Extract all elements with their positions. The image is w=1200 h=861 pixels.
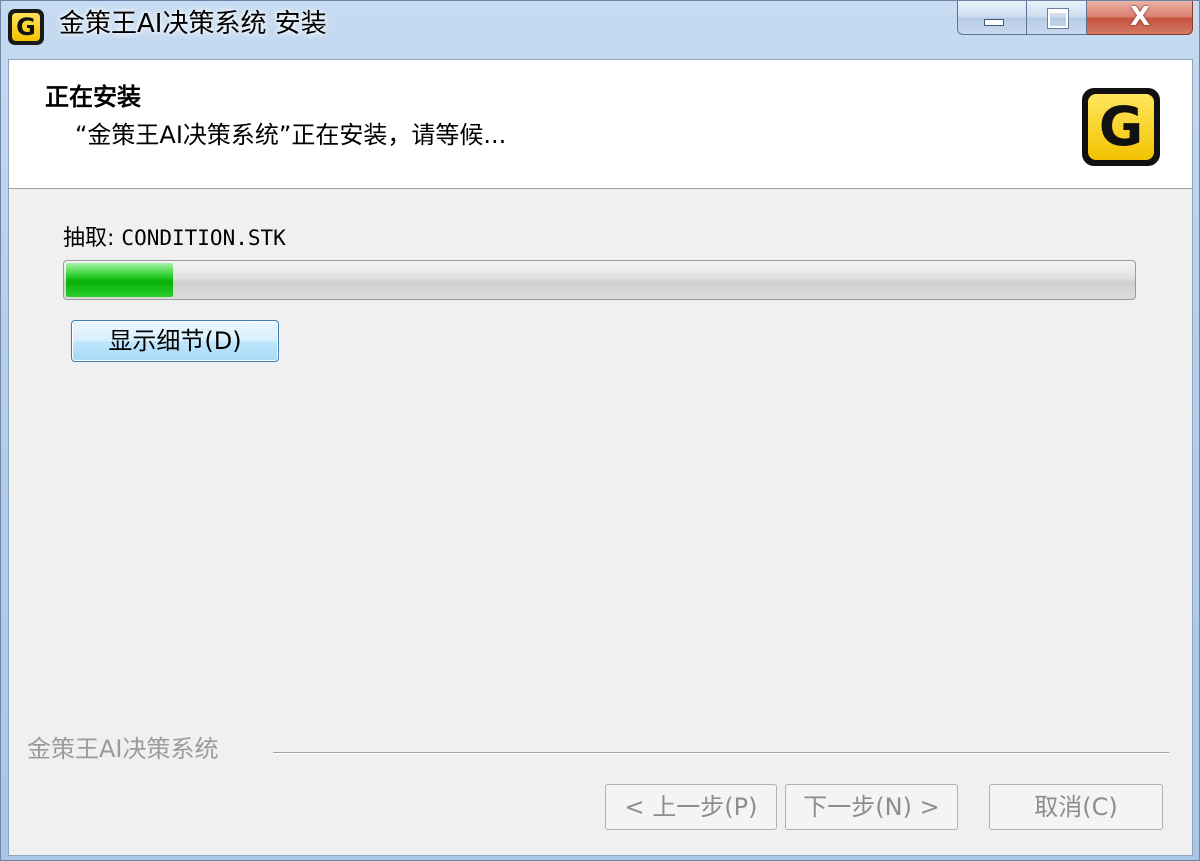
cancel-button[interactable]: 取消(C) — [989, 784, 1163, 830]
minimize-icon — [984, 19, 1004, 26]
extract-label: 抽取: — [63, 226, 115, 251]
header-logo-icon: G — [1082, 88, 1160, 166]
close-button[interactable]: X — [1087, 1, 1193, 35]
app-logo-letter: G — [16, 13, 36, 41]
next-button[interactable]: 下一步(N) > — [785, 784, 958, 830]
maximize-icon — [1047, 8, 1069, 29]
caption-buttons: X — [957, 1, 1193, 35]
client-area: 正在安装 “金策王AI决策系统”正在安装，请等候... G 抽取: CONDIT… — [8, 59, 1193, 856]
minimize-button[interactable] — [957, 1, 1027, 35]
close-icon: X — [1129, 2, 1151, 32]
show-details-button[interactable]: 显示细节(D) — [71, 320, 279, 362]
progress-fill — [66, 263, 173, 297]
title-bar[interactable]: G 金策王AI决策系统 安装 X — [1, 1, 1199, 53]
app-logo-icon: G — [8, 9, 44, 45]
window-title: 金策王AI决策系统 安装 — [59, 9, 327, 39]
back-button[interactable]: < 上一步(P) — [605, 784, 777, 830]
installer-window: G 金策王AI决策系统 安装 X 正在安装 “金策王AI决策系统”正在安装，请等… — [0, 0, 1200, 861]
install-progress-bar — [63, 260, 1136, 300]
extract-filename: CONDITION.STK — [121, 226, 286, 250]
branding-text: 金策王AI决策系统 — [27, 732, 233, 766]
maximize-button[interactable] — [1027, 1, 1087, 35]
header-logo-letter: G — [1098, 95, 1144, 158]
branding-divider — [273, 752, 1169, 754]
page-subtitle: “金策王AI决策系统”正在安装，请等候... — [75, 121, 507, 149]
page-header: 正在安装 “金策王AI决策系统”正在安装，请等候... G — [9, 60, 1192, 189]
extract-status: 抽取: CONDITION.STK — [63, 224, 286, 253]
page-title: 正在安装 — [45, 83, 141, 111]
branding-line: 金策王AI决策系统 — [27, 730, 1175, 770]
